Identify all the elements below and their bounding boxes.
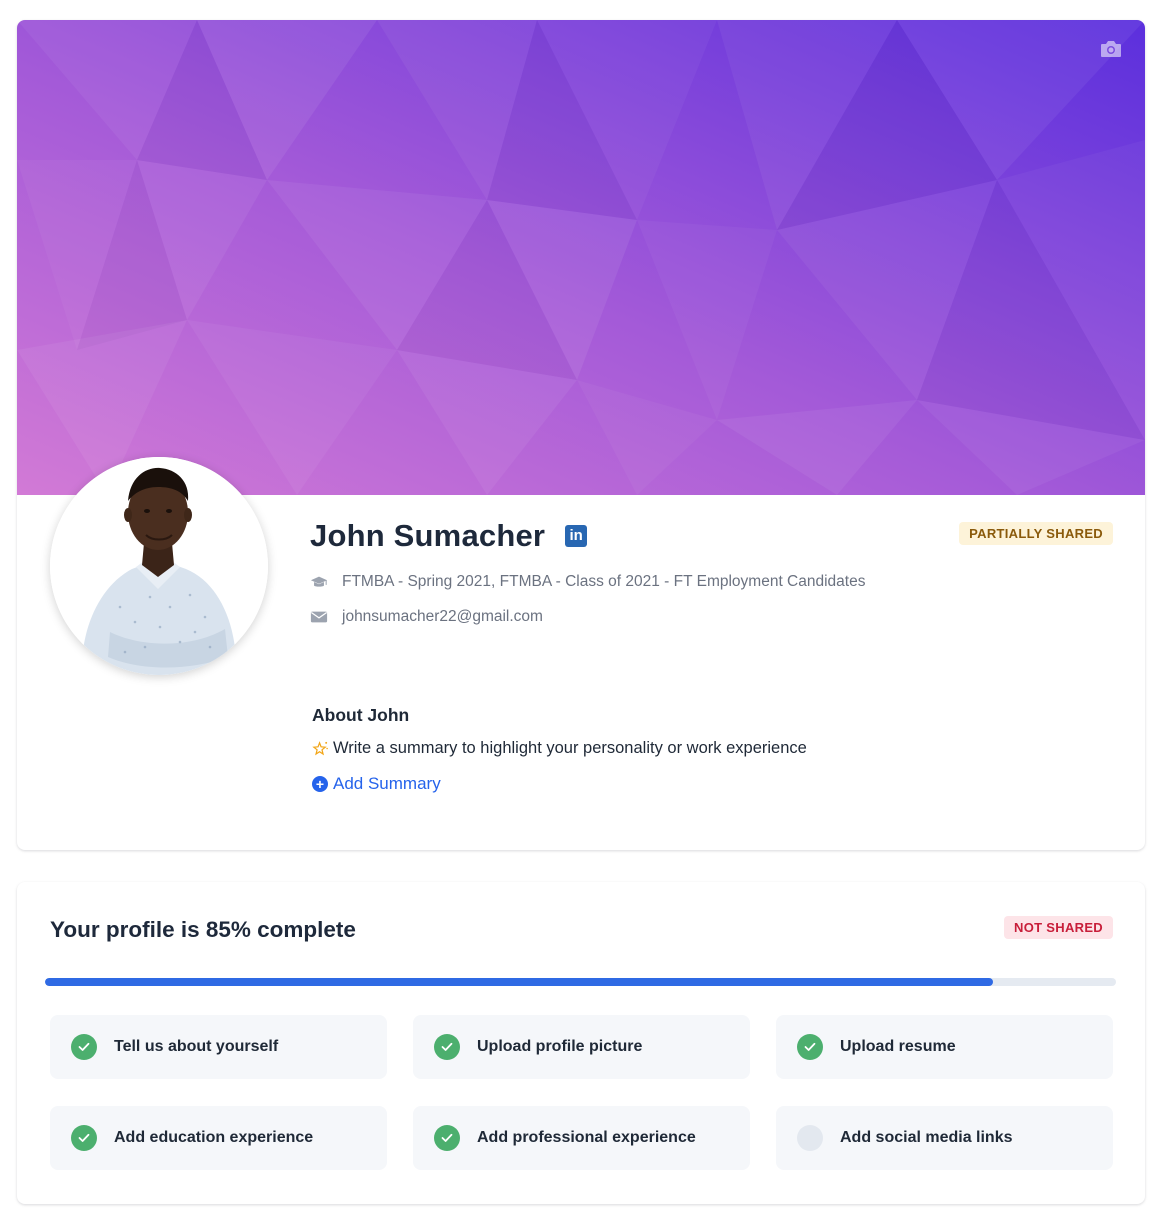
check-circle-icon <box>434 1034 460 1060</box>
about-title: About John <box>312 705 410 725</box>
check-circle-icon <box>71 1034 97 1060</box>
program-row: FTMBA - Spring 2021, FTMBA - Class of 20… <box>310 573 865 591</box>
linkedin-icon[interactable]: in <box>565 525 588 547</box>
about-hint-text: Write a summary to highlight your person… <box>333 739 807 757</box>
task-upload-profile-picture[interactable]: Upload profile picture <box>413 1015 750 1079</box>
task-label: Add education experience <box>114 1129 314 1146</box>
completion-progress-bar <box>45 978 1116 986</box>
email-row: johnsumacher22@gmail.com <box>310 608 543 626</box>
task-tell-us-about-yourself[interactable]: Tell us about yourself <box>50 1015 387 1079</box>
completion-share-badge: NOT SHARED <box>1004 916 1113 939</box>
task-add-social-media-links[interactable]: Add social media links <box>776 1106 1113 1170</box>
name-row: John Sumacher in <box>310 518 588 554</box>
completion-progress-fill <box>45 978 993 986</box>
task-label: Tell us about yourself <box>114 1038 279 1055</box>
task-label: Add professional experience <box>477 1129 696 1146</box>
task-add-professional-experience[interactable]: Add professional experience <box>413 1106 750 1170</box>
cover-banner[interactable] <box>17 20 1145 495</box>
graduation-cap-icon <box>310 576 328 587</box>
task-add-education-experience[interactable]: Add education experience <box>50 1106 387 1170</box>
completion-title: Your profile is 85% complete <box>50 917 356 942</box>
task-label: Upload resume <box>840 1038 956 1055</box>
task-label: Add social media links <box>840 1129 1013 1146</box>
envelope-icon <box>310 611 328 623</box>
cover-pattern <box>17 20 1145 495</box>
check-circle-icon <box>797 1034 823 1060</box>
profile-card: John Sumacher in PARTIALLY SHARED FTMBA … <box>17 20 1145 850</box>
check-circle-icon <box>71 1125 97 1151</box>
email-text: johnsumacher22@gmail.com <box>342 608 543 625</box>
check-circle-icon <box>434 1125 460 1151</box>
profile-name: John Sumacher <box>310 518 546 553</box>
program-text: FTMBA - Spring 2021, FTMBA - Class of 20… <box>342 573 866 590</box>
sparkle-icon <box>312 741 328 756</box>
share-status-badge: PARTIALLY SHARED <box>959 522 1113 545</box>
task-upload-resume[interactable]: Upload resume <box>776 1015 1113 1079</box>
add-summary-label: Add Summary <box>333 774 441 793</box>
profile-photo <box>50 457 268 675</box>
profile-completion-card: Your profile is 85% complete NOT SHARED … <box>17 882 1145 1204</box>
empty-circle-icon <box>797 1125 823 1151</box>
plus-circle-icon: + <box>312 776 328 792</box>
avatar[interactable] <box>50 457 268 675</box>
task-label: Upload profile picture <box>477 1038 643 1055</box>
about-hint: Write a summary to highlight your person… <box>312 739 807 758</box>
add-summary-button[interactable]: + Add Summary <box>312 774 441 794</box>
camera-icon[interactable] <box>1099 38 1123 60</box>
